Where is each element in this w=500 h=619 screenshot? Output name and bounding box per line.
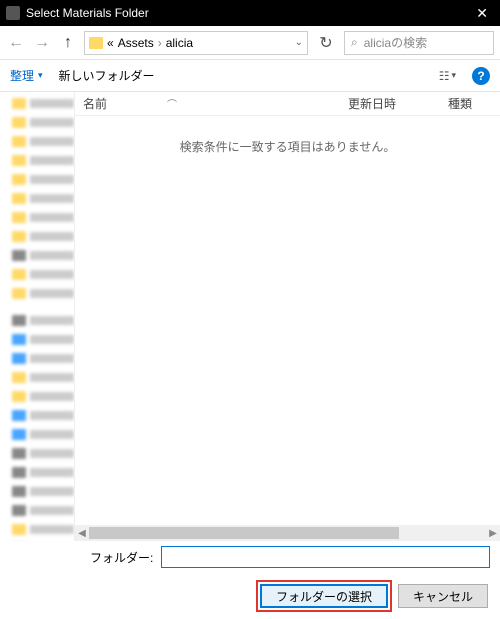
forward-icon: → [32, 33, 52, 53]
help-icon[interactable]: ? [472, 67, 490, 85]
search-icon: ⌕ [351, 35, 358, 50]
column-headers: 名前 ⌒ 更新日時 種類 [75, 92, 500, 116]
scroll-right-icon[interactable]: ▶ [486, 528, 500, 539]
new-folder-button[interactable]: 新しいフォルダー [59, 67, 155, 84]
toolbar: 整理 ▾ 新しいフォルダー ☷ ▾ ? [0, 60, 500, 92]
breadcrumb[interactable]: « Assets › alicia ⌄ [84, 31, 308, 55]
horizontal-scrollbar[interactable]: ◀ ▶ [75, 525, 500, 541]
highlight-annotation: フォルダーの選択 [256, 580, 392, 612]
back-icon[interactable]: ← [6, 33, 26, 53]
empty-message: 検索条件に一致する項目はありません。 [75, 116, 500, 525]
chevron-right-icon: › [158, 36, 162, 50]
scroll-left-icon[interactable]: ◀ [75, 528, 89, 539]
folder-name-input[interactable] [161, 546, 490, 568]
chevron-down-icon[interactable]: ⌄ [295, 37, 303, 48]
folder-name-row: フォルダー: [0, 541, 500, 573]
crumb-alicia[interactable]: alicia [166, 36, 193, 50]
main-area: 名前 ⌒ 更新日時 種類 検索条件に一致する項目はありません。 ◀ ▶ [0, 92, 500, 541]
view-mode-button[interactable]: ☷ ▾ [439, 69, 456, 83]
folder-tree[interactable] [0, 92, 75, 541]
col-date[interactable]: 更新日時 [340, 95, 440, 112]
up-icon[interactable]: ↑ [58, 33, 78, 53]
folder-icon [89, 37, 103, 49]
nav-row: ← → ↑ « Assets › alicia ⌄ ↻ ⌕ aliciaの検索 [0, 26, 500, 60]
select-folder-button[interactable]: フォルダーの選択 [260, 584, 388, 608]
col-name[interactable]: 名前 [83, 95, 107, 112]
scrollbar-thumb[interactable] [89, 527, 399, 539]
dialog-buttons: フォルダーの選択 キャンセル [0, 573, 500, 619]
search-placeholder: aliciaの検索 [364, 34, 427, 51]
sort-indicator-icon: ⌒ [167, 96, 177, 111]
refresh-icon[interactable]: ↻ [314, 33, 338, 53]
cancel-button[interactable]: キャンセル [398, 584, 488, 608]
app-icon [6, 6, 20, 20]
col-type[interactable]: 種類 [440, 95, 500, 112]
folder-label: フォルダー: [90, 549, 153, 566]
window-title: Select Materials Folder [26, 6, 149, 20]
organize-label: 整理 [10, 67, 34, 84]
organize-menu[interactable]: 整理 ▾ [10, 67, 43, 84]
crumb-assets[interactable]: Assets [118, 36, 154, 50]
path-prefix: « [107, 36, 114, 50]
chevron-down-icon: ▾ [38, 70, 43, 81]
titlebar: Select Materials Folder ✕ [0, 0, 500, 26]
file-list: 名前 ⌒ 更新日時 種類 検索条件に一致する項目はありません。 ◀ ▶ [75, 92, 500, 541]
search-input[interactable]: ⌕ aliciaの検索 [344, 31, 494, 55]
close-icon[interactable]: ✕ [470, 5, 494, 22]
